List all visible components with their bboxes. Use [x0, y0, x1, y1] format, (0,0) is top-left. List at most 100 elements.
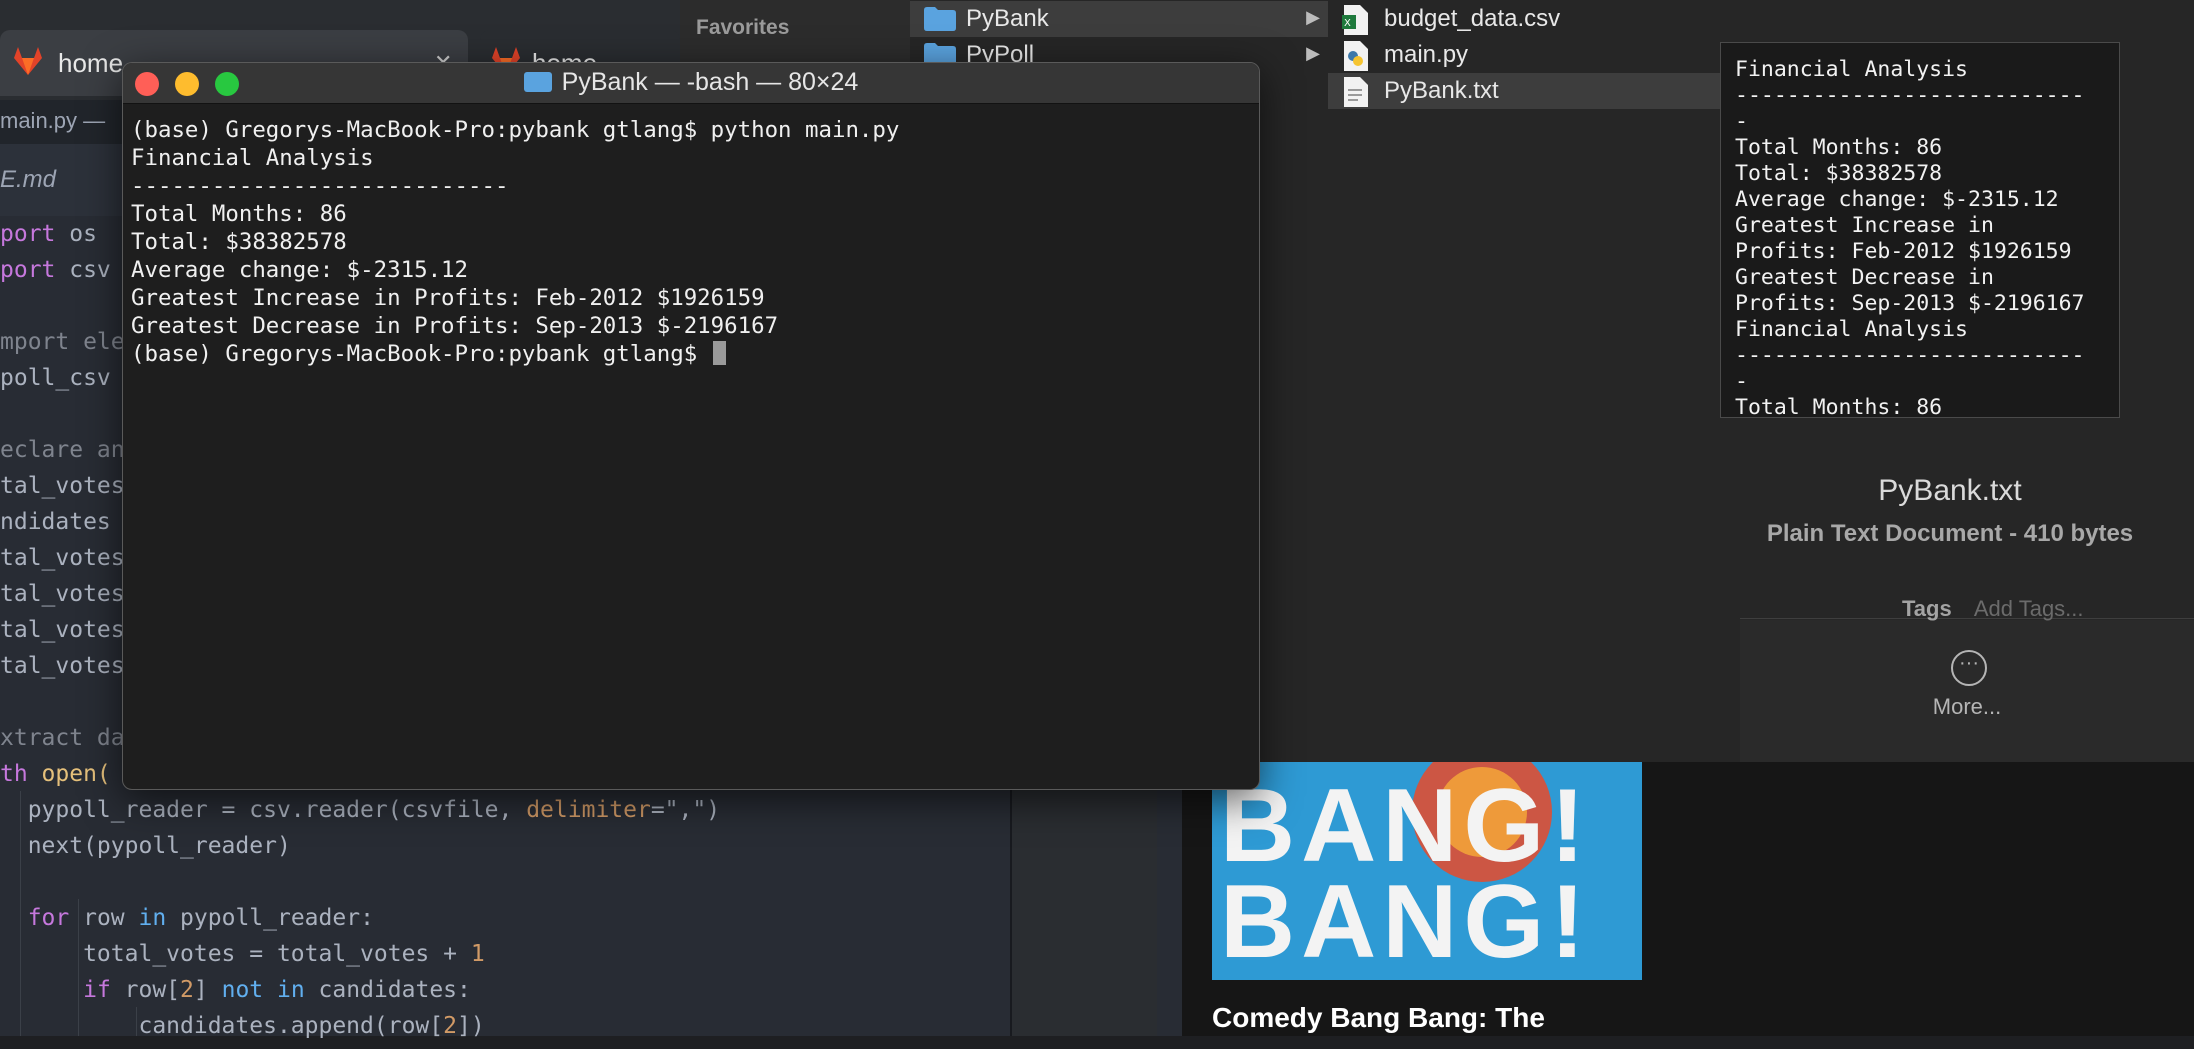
code-token: 2: [180, 977, 194, 1003]
file-label: budget_data.csv: [1384, 5, 1561, 32]
code-token: th: [0, 761, 42, 787]
code-line: if row[2] not in candidates:: [0, 977, 471, 1013]
folder-label: PyBank: [966, 5, 1049, 32]
preview-file-kind: Plain Text Document - 410 bytes: [1766, 520, 2134, 547]
code-line: pypoll_reader = csv.reader(csvfile, deli…: [0, 797, 720, 833]
code-token: next(pypoll_reader): [0, 833, 291, 859]
code-token: in: [138, 905, 167, 931]
podcast-artwork[interactable]: BANG! BANG!: [1212, 762, 1642, 980]
code-token: port: [0, 257, 56, 283]
preview-file-name: PyBank.txt: [1878, 474, 2022, 507]
more-icon[interactable]: ···: [1951, 650, 1987, 686]
file-label: PyBank.txt: [1384, 77, 1499, 104]
gitlab-icon: [14, 47, 42, 75]
terminal-titlebar[interactable]: PyBank — -bash — 80×24: [123, 63, 1259, 104]
code-token: eclare an: [0, 437, 125, 463]
code-line: total_votes = total_votes + 1: [0, 941, 485, 977]
podcast-title[interactable]: Comedy Bang Bang: The: [1212, 1002, 1545, 1034]
tags-row: Tags Add Tags...: [1902, 596, 2084, 622]
code-token: tal_votes: [0, 581, 125, 607]
terminal-title-text: PyBank — -bash — 80×24: [561, 68, 859, 96]
code-token: 2: [443, 1013, 457, 1039]
terminal-line: ----------------------------: [131, 173, 509, 199]
tags-label: Tags: [1902, 596, 1952, 621]
chevron-right-icon: ▶: [1306, 7, 1320, 27]
code-token: total_votes = total_votes +: [0, 941, 471, 967]
file-row-budget-data[interactable]: X budget_data.csv: [1328, 1, 1738, 37]
code-token: port: [0, 221, 56, 247]
code-token: candidates.append(row[: [0, 1013, 444, 1039]
terminal-line: Greatest Decrease in Profits: Sep-2013 $…: [131, 313, 779, 339]
code-line: eclare an: [0, 437, 125, 473]
code-line: xtract da: [0, 725, 125, 761]
code-token: tal_votes: [0, 545, 125, 571]
artwork-text: BANG!: [1220, 864, 1591, 980]
code-line: port os: [0, 221, 97, 257]
code-line: tal_votes: [0, 473, 125, 509]
chevron-right-icon: ▶: [1306, 43, 1320, 63]
code-token: pypoll_reader = csv.reader(csvfile,: [0, 797, 527, 823]
code-token: =","): [650, 797, 721, 823]
code-line: port csv: [0, 257, 111, 293]
code-token: not in: [221, 977, 305, 1003]
editor-tab-readme[interactable]: E.md: [0, 166, 56, 194]
code-line: th open(: [0, 761, 111, 797]
code-line: ndidates: [0, 509, 111, 545]
terminal-line: (base) Gregorys-MacBook-Pro:pybank gtlan…: [131, 117, 900, 143]
code-token: row: [69, 905, 139, 931]
code-token: tal_votes: [0, 473, 125, 499]
code-token: row[: [110, 977, 181, 1003]
sidebar-heading-favorites: Favorites: [696, 16, 790, 39]
terminal-line: Financial Analysis: [131, 145, 374, 171]
file-row-main-py[interactable]: main.py: [1328, 37, 1738, 73]
code-token: ]: [193, 977, 222, 1003]
code-token: csv: [55, 257, 111, 283]
code-token: ndidates: [0, 509, 111, 535]
terminal-line: Greatest Increase in Profits: Feb-2012 $…: [131, 285, 765, 311]
code-token: mport ele: [0, 329, 125, 355]
terminal-line: Total: $38382578: [131, 229, 347, 255]
python-file-icon: [1344, 41, 1368, 71]
svg-text:X: X: [1344, 18, 1351, 29]
side-panel: [1012, 760, 1157, 1036]
code-token: tal_votes: [0, 617, 125, 643]
code-token: xtract da: [0, 725, 125, 751]
code-token: tal_votes: [0, 653, 125, 679]
code-token: for: [27, 905, 70, 931]
code-token: ]): [456, 1013, 485, 1039]
code-token: open(: [41, 761, 111, 787]
code-line: for row in pypoll_reader:: [0, 905, 374, 941]
code-line: tal_votes: [0, 545, 125, 581]
terminal-title: PyBank — -bash — 80×24: [123, 68, 1259, 97]
file-row-pybank-txt[interactable]: PyBank.txt: [1328, 73, 1738, 109]
file-label: main.py: [1384, 41, 1469, 68]
code-token: 1: [470, 941, 485, 967]
terminal-output[interactable]: (base) Gregorys-MacBook-Pro:pybank gtlan…: [131, 109, 1251, 779]
code-line: tal_votes: [0, 581, 125, 617]
folder-icon: [924, 7, 956, 31]
code-line: tal_votes: [0, 617, 125, 653]
code-line: tal_votes: [0, 653, 125, 689]
more-button[interactable]: More...: [1850, 694, 2084, 720]
text-file-icon: [1344, 77, 1368, 107]
code-line: mport ele: [0, 329, 125, 365]
folder-icon: [523, 72, 552, 92]
csv-file-icon: X: [1342, 5, 1368, 35]
file-column: X budget_data.csv main.py PyBank.txt: [1328, 0, 1739, 762]
terminal-line: Average change: $-2315.12: [131, 257, 469, 283]
code-token: delimiter: [526, 797, 651, 823]
code-token: if: [83, 977, 111, 1003]
folder-row-pybank[interactable]: PyBank ▶: [910, 1, 1328, 37]
terminal-prompt-line[interactable]: (base) Gregorys-MacBook-Pro:pybank gtlan…: [131, 341, 726, 369]
code-line: candidates.append(row[2]): [0, 1013, 485, 1049]
code-token: os: [55, 221, 97, 247]
terminal-prompt: (base) Gregorys-MacBook-Pro:pybank gtlan…: [131, 341, 711, 367]
code-line: next(pypoll_reader): [0, 833, 291, 869]
browser-tab-label: home: [58, 48, 124, 78]
file-preview-box[interactable]: Financial Analysis ---------------------…: [1720, 42, 2120, 418]
terminal-line: Total Months: 86: [131, 201, 347, 227]
add-tags-field[interactable]: Add Tags...: [1974, 596, 2084, 621]
preview-content: Financial Analysis ---------------------…: [1735, 57, 2085, 418]
